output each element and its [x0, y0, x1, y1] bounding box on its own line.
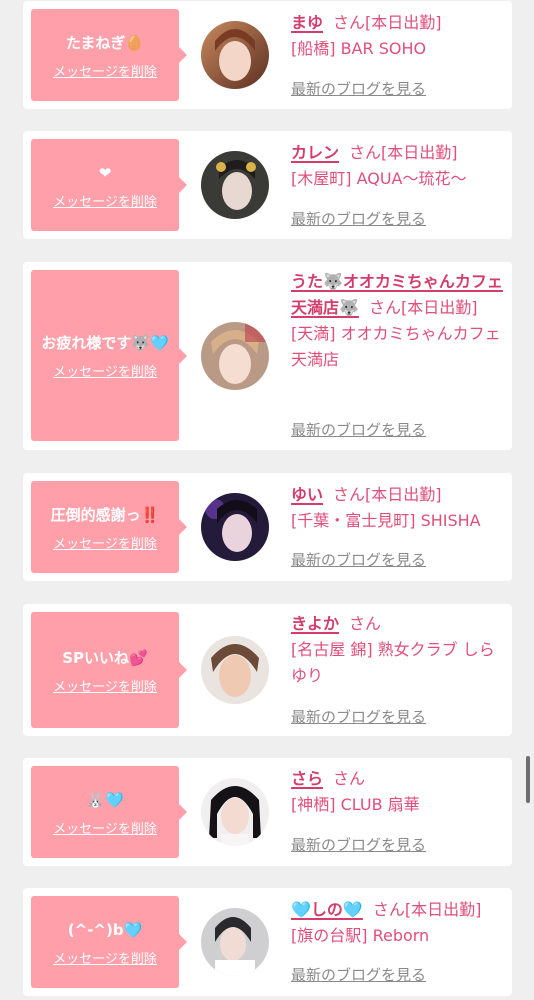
honorific: さん	[372, 900, 405, 919]
profile-info: きよか さん [名古屋 錦] 熟女クラブ しらゆり	[291, 611, 505, 689]
message-bubble: SPいいね💕 メッセージを削除	[31, 612, 187, 728]
message-list: たまねぎ🥚 メッセージを削除 まゆ さん[本日出勤] [船橋] BAR SOHO …	[0, 0, 534, 1000]
message-text: お疲れ様です🐺🩵	[41, 334, 169, 352]
work-status: [本日出勤]	[365, 485, 442, 504]
profile-name-link[interactable]: まゆ	[291, 13, 323, 32]
honorific: さん	[349, 143, 382, 162]
message-bubble: 🐰🩵 メッセージを削除	[31, 766, 187, 858]
profile-name-link[interactable]: カレン	[291, 143, 339, 162]
message-bubble: ❤ メッセージを削除	[31, 139, 187, 231]
message-text: (^-^)b🩵	[67, 920, 143, 939]
area-shop: [神栖] CLUB 扇華	[291, 795, 420, 814]
message-text: 🐰🩵	[86, 790, 124, 809]
scrollbar[interactable]	[526, 756, 530, 803]
profile-name-link[interactable]: さら	[291, 769, 323, 788]
avatar[interactable]	[201, 636, 269, 704]
area-shop: [名古屋 錦] 熟女クラブ しらゆり	[291, 640, 495, 685]
latest-blog-link[interactable]: 最新のブログを見る	[291, 834, 426, 855]
message-bubble: (^-^)b🩵 メッセージを削除	[31, 896, 187, 988]
delete-message-link[interactable]: メッセージを削除	[53, 948, 157, 967]
message-card: 🐰🩵 メッセージを削除 さら さん [神栖] CLUB 扇華 最新のブログを見る	[23, 758, 512, 866]
message-bubble: 圧倒的感謝っ‼️ メッセージを削除	[31, 481, 187, 573]
area-shop: [千葉・富士見町] SHISHA	[291, 511, 481, 530]
latest-blog-link[interactable]: 最新のブログを見る	[291, 78, 426, 99]
latest-blog-link[interactable]: 最新のブログを見る	[291, 208, 426, 229]
latest-blog-link[interactable]: 最新のブログを見る	[291, 964, 426, 985]
work-status: [本日出勤]	[381, 143, 458, 162]
message-card: たまねぎ🥚 メッセージを削除 まゆ さん[本日出勤] [船橋] BAR SOHO …	[23, 1, 512, 109]
profile-name-link[interactable]: ゆい	[291, 485, 323, 504]
delete-message-link[interactable]: メッセージを削除	[53, 191, 157, 210]
delete-message-link[interactable]: メッセージを削除	[53, 533, 157, 552]
work-status: [本日出勤]	[365, 13, 442, 32]
message-card: お疲れ様です🐺🩵 メッセージを削除 うた🐺オオカミちゃんカフェ天満店🐺 さん[本日…	[23, 262, 512, 450]
message-card: ❤ メッセージを削除 カレン さん[本日出勤] [木屋町] AQUA〜琉花〜 最新…	[23, 131, 512, 239]
message-text: ❤	[98, 163, 112, 182]
honorific: さん	[333, 13, 366, 32]
delete-message-link[interactable]: メッセージを削除	[53, 676, 157, 695]
message-card: (^-^)b🩵 メッセージを削除 🩵しの🩵 さん[本日出勤] [旗の台駅] Reb…	[23, 888, 512, 996]
delete-message-link[interactable]: メッセージを削除	[53, 361, 157, 380]
profile-info: ゆい さん[本日出勤] [千葉・富士見町] SHISHA	[291, 482, 505, 534]
avatar[interactable]	[201, 908, 269, 976]
honorific: さん	[368, 298, 401, 317]
area-shop: [船橋] BAR SOHO	[291, 39, 427, 58]
avatar[interactable]	[201, 21, 269, 89]
area-shop: [天満] オオカミちゃんカフェ天満店	[291, 324, 501, 369]
avatar[interactable]	[201, 151, 269, 219]
profile-info: さら さん [神栖] CLUB 扇華	[291, 766, 505, 818]
message-text: たまねぎ🥚	[65, 33, 145, 52]
profile-info: カレン さん[本日出勤] [木屋町] AQUA〜琉花〜	[291, 140, 505, 192]
work-status: [本日出勤]	[404, 900, 482, 919]
area-shop: [旗の台駅] Reborn	[291, 926, 430, 945]
area-shop: [木屋町] AQUA〜琉花〜	[291, 169, 467, 188]
honorific: さん	[333, 769, 366, 788]
latest-blog-link[interactable]: 最新のブログを見る	[291, 419, 426, 440]
message-bubble: お疲れ様です🐺🩵 メッセージを削除	[31, 270, 187, 441]
message-bubble: たまねぎ🥚 メッセージを削除	[31, 9, 187, 101]
profile-info: 🩵しの🩵 さん[本日出勤] [旗の台駅] Reborn	[291, 897, 505, 949]
work-status: [本日出勤]	[400, 298, 478, 317]
delete-message-link[interactable]: メッセージを削除	[53, 818, 157, 837]
message-text: SPいいね💕	[62, 648, 148, 667]
latest-blog-link[interactable]: 最新のブログを見る	[291, 549, 426, 570]
message-card: SPいいね💕 メッセージを削除 きよか さん [名古屋 錦] 熟女クラブ しらゆり…	[23, 604, 512, 736]
message-card: 圧倒的感謝っ‼️ メッセージを削除 ゆい さん[本日出勤] [千葉・富士見町] S…	[23, 473, 512, 581]
profile-name-link[interactable]: きよか	[291, 614, 339, 633]
message-text: 圧倒的感謝っ‼️	[50, 505, 160, 524]
delete-message-link[interactable]: メッセージを削除	[53, 61, 157, 80]
avatar[interactable]	[201, 778, 269, 846]
honorific: さん	[333, 485, 366, 504]
profile-name-link[interactable]: 🩵しの🩵	[291, 900, 363, 919]
latest-blog-link[interactable]: 最新のブログを見る	[291, 706, 426, 727]
honorific: さん	[349, 614, 382, 633]
avatar[interactable]	[201, 322, 269, 390]
profile-info: うた🐺オオカミちゃんカフェ天満店🐺 さん[本日出勤] [天満] オオカミちゃんカフ…	[291, 269, 505, 373]
profile-info: まゆ さん[本日出勤] [船橋] BAR SOHO	[291, 10, 505, 62]
avatar[interactable]	[201, 493, 269, 561]
